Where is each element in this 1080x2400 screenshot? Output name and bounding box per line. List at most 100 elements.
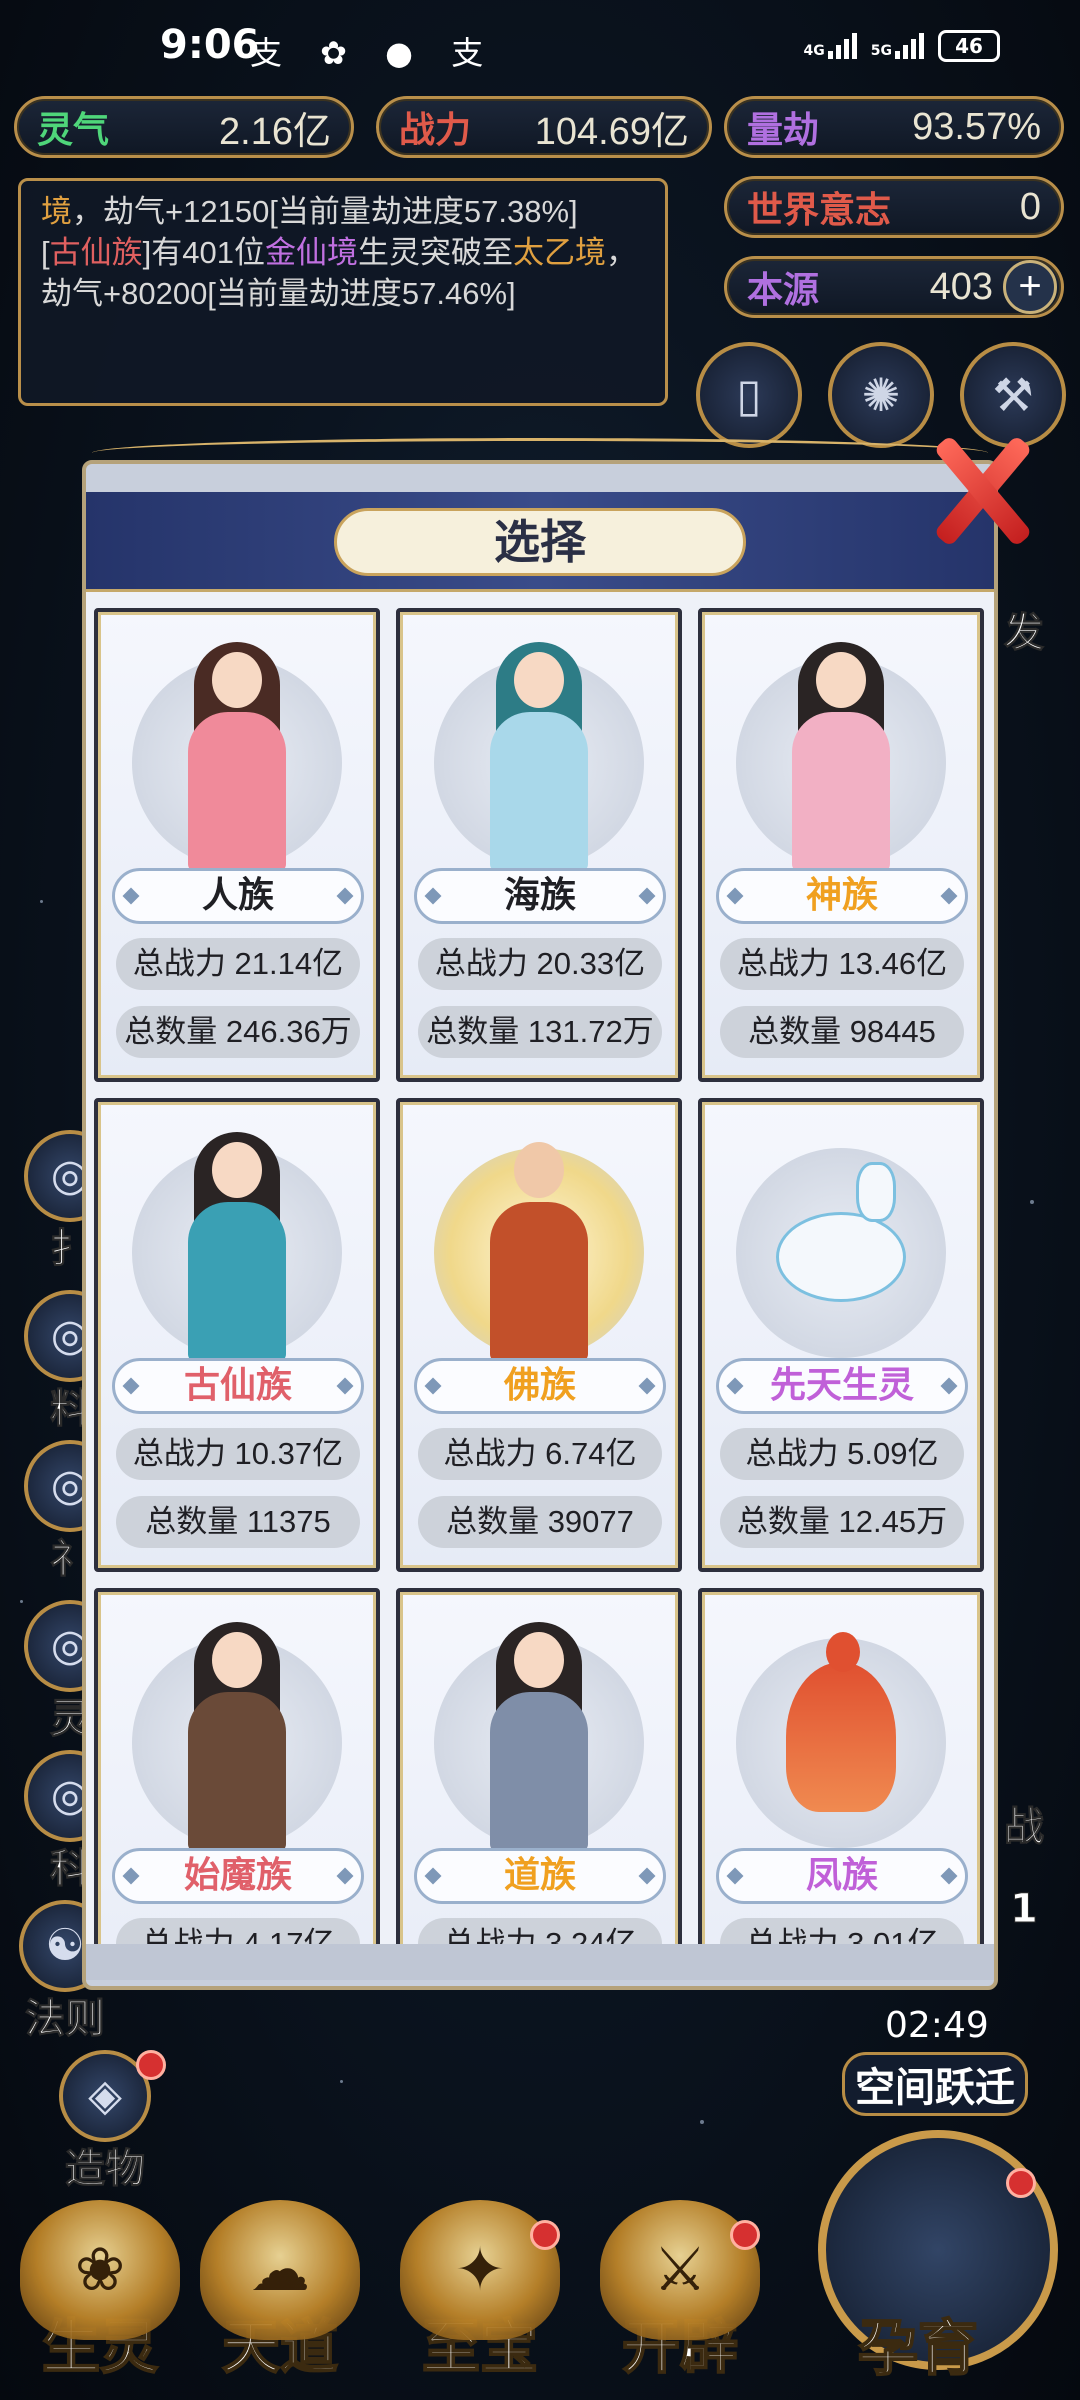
race-card-xiantianshengling[interactable]: 先天生灵 总战力 5.09亿 总数量 12.45万 [698,1098,984,1572]
lotus-emblem-icon: ❀ [20,2200,180,2340]
nav-tiandao[interactable]: ☁ 天道 [190,2200,370,2384]
resource-label: 世界意志 [747,189,892,230]
race-name: 海族 [414,868,666,924]
race-name: 凤族 [716,1848,968,1904]
side-item-zaowu[interactable]: ◈ 造物 [40,2050,170,2194]
race-portrait [414,1602,664,1852]
race-card-fengzu[interactable]: 凤族 总战力 3.01亿 [698,1588,984,1944]
countdown-timer: 02:49 [885,2005,989,2046]
log-entry-2: [古仙族]有401位金仙境生灵突破至太乙境，劫气+80200[当前量劫进度57.… [41,232,645,314]
resource-value: 403 [929,265,993,308]
race-total-power: 总战力 10.37亿 [116,1428,360,1480]
notification-dot [730,2220,760,2250]
status-right: 4G 5G 46 [804,30,1000,62]
resource-label: 量劫 [747,109,820,150]
race-name: 道族 [414,1848,666,1904]
race-total-power: 总战力 21.14亿 [116,938,360,990]
card-icon[interactable]: ▯ [696,342,802,448]
nav-shengling[interactable]: ❀ 生灵 [10,2200,190,2384]
race-total-count: 总数量 98445 [720,1006,964,1058]
resource-value: 0 [1019,185,1041,228]
race-portrait [112,1602,362,1852]
modal-title: 选择 [334,508,746,576]
race-name: 佛族 [414,1358,666,1414]
race-portrait [414,1112,664,1362]
log-realm: 金仙境 [264,235,358,270]
treasure-emblem-icon: ✦ [400,2200,560,2340]
race-portrait [716,1112,966,1362]
race-total-power: 总战力 5.09亿 [720,1428,964,1480]
race-portrait [414,622,664,872]
race-total-power: 总战力 3.01亿 [720,1918,964,1944]
race-total-count: 总数量 39077 [418,1496,662,1548]
resource-benyuan[interactable]: 本源 403 + [724,256,1064,318]
resource-value: 104.69亿 [534,110,689,153]
race-name: 先天生灵 [716,1358,968,1414]
signal-icon: 4G [804,33,857,59]
race-card-haizu[interactable]: 海族 总战力 20.33亿 总数量 131.72万 [396,608,682,1082]
event-log: 境，劫气+12150[当前量劫进度57.38%] [古仙族]有401位金仙境生灵… [18,178,668,406]
race-total-power: 总战力 20.33亿 [418,938,662,990]
race-portrait [716,1602,966,1852]
network-type: 4G [803,43,825,59]
race-card-guxianzu[interactable]: 古仙族 总战力 10.37亿 总数量 11375 [94,1098,380,1572]
race-portrait [112,622,362,872]
status-time: 9:06 [160,22,260,68]
race-card-renzu[interactable]: 人族 总战力 21.14亿 总数量 246.36万 [94,608,380,1082]
resource-label: 本源 [747,269,820,310]
axe-emblem-icon: ⚔ [600,2200,760,2340]
hammer-icon[interactable]: ⚒ [960,342,1066,448]
race-total-power: 总战力 13.46亿 [720,938,964,990]
log-text: ，劫气+12150[当前量劫进度57.38%] [72,194,578,229]
resource-value: 2.16亿 [219,110,331,153]
resource-world-will[interactable]: 世界意志 0 [724,176,1064,238]
resource-lingqi[interactable]: 灵气 2.16亿 [14,96,354,158]
resource-liangjie[interactable]: 量劫 93.57% [724,96,1064,158]
race-total-count: 总数量 11375 [116,1496,360,1548]
race-total-power: 总战力 3.24亿 [418,1918,662,1944]
race-card-shimozu[interactable]: 始魔族 总战力 4.17亿 [94,1588,380,1944]
add-benyuan-button[interactable]: + [1003,260,1057,314]
close-button[interactable] [933,434,1033,548]
network-type-2: 5G [870,43,892,59]
space-jump-button[interactable]: 空间跃迁 [842,2052,1028,2116]
star [700,2120,704,2124]
vortex-icon[interactable]: ✺ [828,342,934,448]
race-total-power: 总战力 4.17亿 [116,1918,360,1944]
race-card-fozu[interactable]: 佛族 总战力 6.74亿 总数量 39077 [396,1098,682,1572]
race-card-shenzu[interactable]: 神族 总战力 13.46亿 总数量 98445 [698,608,984,1082]
log-text: 生灵突破至 [357,235,513,270]
race-portrait [716,622,966,872]
signal-icon-2: 5G [871,33,924,59]
race-name: 始魔族 [112,1848,364,1904]
star [340,2080,343,2083]
modal-footer [86,1944,994,1980]
race-total-count: 总数量 131.72万 [418,1006,662,1058]
log-race: 古仙族 [49,235,143,270]
race-name: 神族 [716,868,968,924]
resource-zhanli[interactable]: 战力 104.69亿 [376,96,712,158]
log-text: ]有401位 [142,235,265,270]
log-entry-1: 境，劫气+12150[当前量劫进度57.38%] [41,191,645,232]
side-label: 造物 [65,2146,146,2193]
star [40,900,43,903]
race-list[interactable]: 人族 总战力 21.14亿 总数量 246.36万 海族 总战力 20.33亿 … [86,592,994,1944]
cloud-emblem-icon: ☁ [200,2200,360,2340]
race-name: 古仙族 [112,1358,364,1414]
race-card-daozu[interactable]: 道族 总战力 3.24亿 [396,1588,682,1944]
notification-icons: 支 ✿ ● 支 [250,34,498,72]
race-portrait [112,1112,362,1362]
nav-zhibao[interactable]: ✦ 至宝 [390,2200,570,2384]
resource-label: 战力 [399,109,472,150]
resource-value: 93.57% [912,105,1041,148]
nav-kaipi[interactable]: ⚔ 开辟 [590,2200,770,2384]
side-label: 法则 [25,1996,106,2043]
star [1030,1200,1034,1204]
notification-dot [1006,2168,1036,2198]
status-bar: 9:06 支 ✿ ● 支 4G 5G 46 [0,0,1080,100]
notification-dot [136,2050,166,2080]
resource-label: 灵气 [37,109,110,150]
battery-icon: 46 [938,30,1000,62]
race-name: 人族 [112,868,364,924]
yunyu-label: 孕育 [857,2313,979,2385]
